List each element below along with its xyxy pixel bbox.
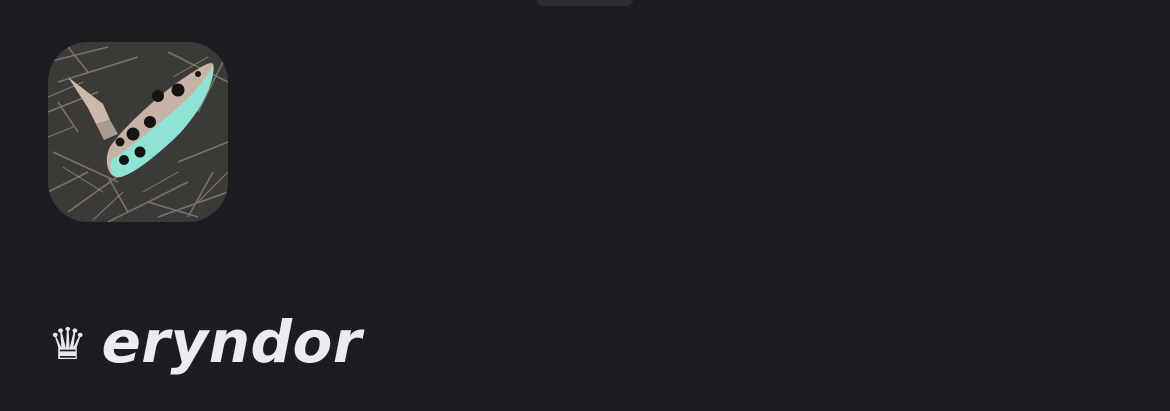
profile-sheet: ♛ eryndor bbox=[0, 0, 1170, 411]
profile-name-row: ♛ eryndor bbox=[48, 300, 362, 384]
crown-icon: ♛ bbox=[48, 319, 88, 370]
ocarina-photo-avatar bbox=[48, 42, 228, 222]
username: eryndor bbox=[101, 308, 362, 376]
drag-handle[interactable] bbox=[537, 0, 633, 6]
avatar[interactable] bbox=[48, 42, 228, 222]
